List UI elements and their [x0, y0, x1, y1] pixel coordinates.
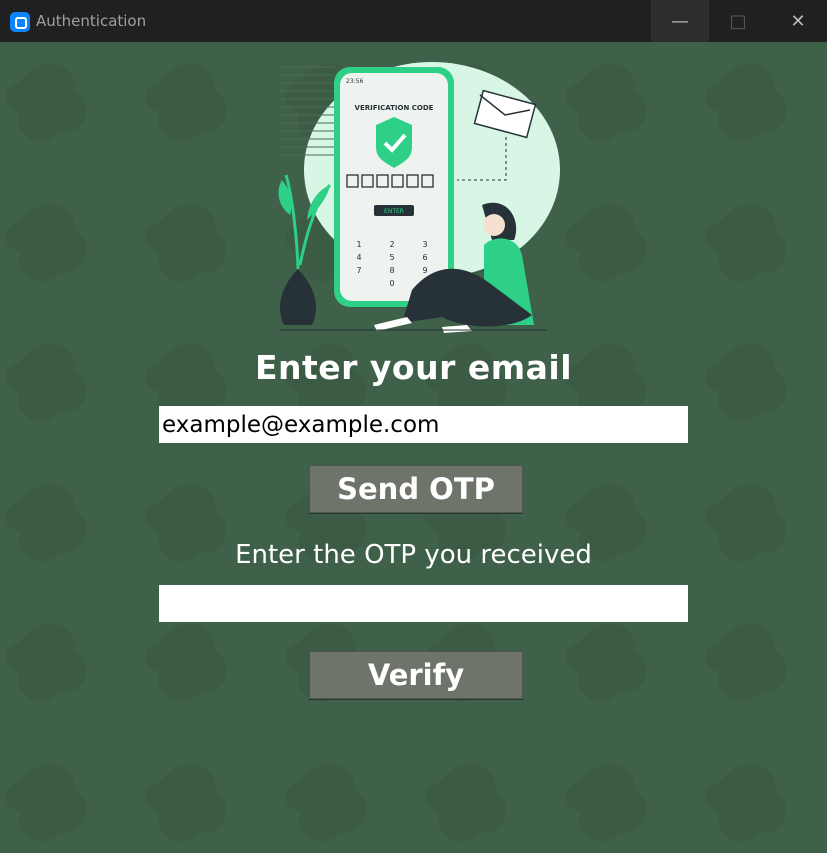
keypad-key: 7 — [356, 266, 361, 275]
keypad-key: 3 — [422, 240, 427, 249]
keypad-key: 2 — [389, 240, 394, 249]
minimize-button[interactable]: — — [651, 0, 709, 42]
close-button[interactable]: ✕ — [769, 0, 827, 42]
minimize-icon: — — [671, 10, 689, 32]
otp-label: Enter the OTP you received — [235, 540, 592, 570]
keypad-key: 9 — [422, 266, 427, 275]
keypad-key: 6 — [422, 253, 427, 262]
verify-button[interactable]: Verify — [309, 651, 523, 699]
title-bar[interactable]: Authentication — □ ✕ — [0, 0, 827, 42]
authentication-window: Authentication — □ ✕ 23:56 VERIFICATION … — [0, 0, 827, 853]
email-field[interactable] — [159, 406, 688, 443]
verification-title: VERIFICATION CODE — [355, 104, 434, 112]
phone-time: 23:56 — [346, 78, 363, 85]
otp-field[interactable] — [159, 585, 688, 622]
plant — [278, 174, 332, 325]
window-title: Authentication — [36, 12, 147, 30]
email-heading: Enter your email — [254, 348, 573, 387]
close-icon: ✕ — [790, 10, 806, 32]
keypad-key: 5 — [389, 253, 394, 262]
send-otp-button[interactable]: Send OTP — [309, 465, 523, 513]
keypad-key: 0 — [389, 279, 394, 288]
verification-illustration: 23:56 VERIFICATION CODE ENTER 1 2 3 4 5 … — [278, 62, 560, 333]
maximize-icon: □ — [729, 10, 747, 32]
keypad-key: 1 — [356, 240, 361, 249]
enter-key: ENTER — [384, 208, 404, 215]
app-icon — [10, 12, 30, 32]
maximize-button[interactable]: □ — [709, 0, 767, 42]
keypad-key: 8 — [389, 266, 394, 275]
keypad-key: 4 — [356, 253, 361, 262]
